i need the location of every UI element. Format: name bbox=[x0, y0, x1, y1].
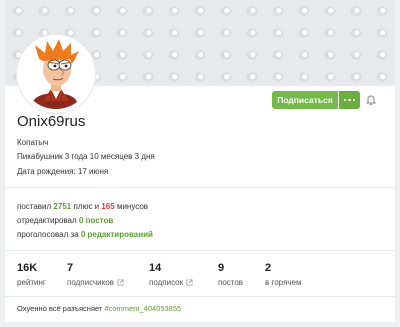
votes-plus-prefix: поставил bbox=[17, 202, 54, 211]
stat-hot[interactable]: 2 в горячем bbox=[265, 262, 301, 287]
bell-icon[interactable] bbox=[365, 94, 377, 106]
stat-label: подписчиков bbox=[67, 278, 114, 287]
stat-value: 9 bbox=[218, 262, 225, 274]
stat-subscribers[interactable]: 7 подписчиков bbox=[67, 262, 124, 287]
stat-posts[interactable]: 9 постов bbox=[218, 262, 243, 287]
stat-value: 2 bbox=[265, 262, 272, 274]
minus-count: 165 bbox=[101, 202, 115, 211]
edited-count[interactable]: 0 постов bbox=[79, 216, 113, 225]
divider bbox=[5, 296, 395, 297]
subscribe-button[interactable]: Подписаться bbox=[272, 91, 338, 109]
votes-minus-suffix: минусов bbox=[114, 202, 149, 211]
avatar[interactable] bbox=[17, 35, 95, 113]
stat-label: постов bbox=[218, 278, 244, 287]
comment-link[interactable]: #comment_404053855 bbox=[104, 304, 181, 313]
external-link-icon bbox=[117, 279, 124, 286]
divider bbox=[5, 250, 395, 251]
more-dots-icon[interactable] bbox=[339, 91, 360, 109]
votes-line: поставил 2751 плюс и 165 минусов bbox=[17, 202, 148, 211]
stat-value: 14 bbox=[149, 262, 162, 274]
votes-plus-middle: плюс и bbox=[71, 202, 102, 211]
stat-rating: 16K рейтинг bbox=[17, 262, 46, 287]
birthday: Дата рождения: 17 июня bbox=[17, 167, 109, 176]
divider bbox=[5, 187, 395, 188]
external-link-icon bbox=[186, 279, 193, 286]
stat-value: 7 bbox=[67, 262, 74, 274]
username: Onix69rus bbox=[17, 113, 86, 130]
stat-label: рейтинг bbox=[17, 278, 46, 287]
edited-line: отредактировал 0 постов bbox=[17, 216, 113, 225]
voted-line: проголосовал за 0 редактирований bbox=[17, 230, 153, 239]
profile-note: Охуенно всё разъясняет #comment_40405385… bbox=[17, 304, 181, 313]
stat-label: подписок bbox=[149, 278, 184, 287]
voted-count[interactable]: 0 редактирований bbox=[81, 230, 153, 239]
member-since: Пикабушник 3 года 10 месяцев 3 дня bbox=[17, 152, 155, 161]
stat-value: 16K bbox=[17, 262, 38, 274]
profile-title: Копатыч bbox=[17, 138, 49, 147]
voted-prefix: проголосовал за bbox=[17, 230, 81, 239]
stat-label: в горячем bbox=[265, 278, 302, 287]
stat-subscriptions[interactable]: 14 подписок bbox=[149, 262, 193, 287]
edited-prefix: отредактировал bbox=[17, 216, 79, 225]
plus-count: 2751 bbox=[53, 202, 72, 211]
note-text: Охуенно всё разъясняет bbox=[17, 304, 105, 313]
